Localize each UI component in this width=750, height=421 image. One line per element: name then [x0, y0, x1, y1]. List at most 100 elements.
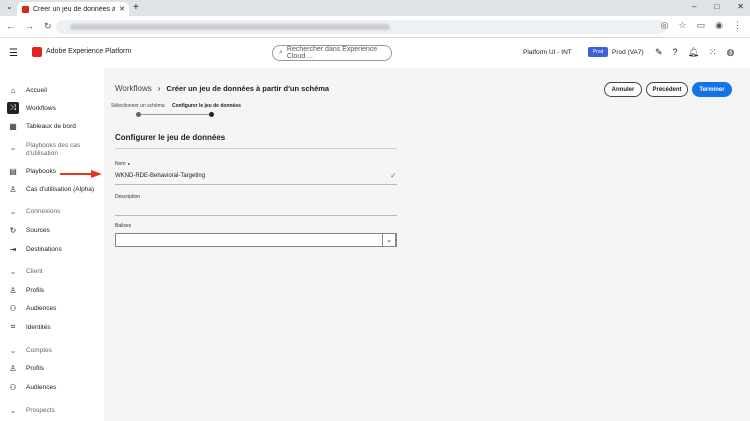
- browser-tab-strip: ⌄ Créer un jeu de données à partir ✕ + –…: [0, 0, 750, 16]
- main-content: Workflows › Créer un jeu de données à pa…: [104, 68, 750, 421]
- profiles-icon: ♙: [9, 363, 17, 373]
- profile-icon[interactable]: ◉: [715, 20, 723, 31]
- window-controls: – □ ✕: [692, 2, 744, 11]
- section-label: Playbooks des cas d'utilisation: [26, 142, 81, 157]
- sidebar-item-usecases[interactable]: ♙ Cas d'utilisation (Alpha): [0, 181, 104, 197]
- cancel-button[interactable]: Annuler: [604, 82, 642, 97]
- help-icon[interactable]: ?: [673, 47, 678, 58]
- bookmark-star-icon[interactable]: ☆: [679, 20, 687, 31]
- adobe-favicon-icon: [22, 5, 29, 13]
- reload-icon[interactable]: ↻: [44, 21, 52, 32]
- nav-buttons: ← → ↻: [6, 21, 52, 32]
- section-playbooks[interactable]: ⌄ Playbooks des cas d'utilisation: [0, 142, 104, 164]
- name-field[interactable]: WKND-RDE-Behavioral-Targeting: [115, 173, 205, 179]
- identities-icon: ⌗: [10, 322, 16, 331]
- section-label: Comptes: [26, 346, 53, 354]
- section-prospects[interactable]: ⌄ Prospects: [0, 402, 104, 418]
- sidebar-item-audiences[interactable]: ⚇ Audiences: [0, 300, 104, 316]
- sidebar-item-label: Playbooks: [26, 167, 56, 175]
- eye-off-icon[interactable]: ◎: [661, 20, 669, 31]
- avatar[interactable]: ◍: [727, 47, 735, 58]
- tab-search-button[interactable]: ⌄: [6, 2, 13, 11]
- sidebar-item-profils[interactable]: ♙ Profils: [0, 282, 104, 298]
- chevron-down-icon: ⌄: [9, 266, 17, 276]
- destinations-icon: ⇥: [9, 244, 17, 254]
- chevron-down-icon: ⌄: [9, 405, 17, 415]
- breadcrumb-workflows[interactable]: Workflows: [115, 84, 152, 93]
- bell-icon[interactable]: 🔔︎: [688, 47, 699, 58]
- step-connector: [138, 114, 211, 115]
- maximize-button[interactable]: □: [714, 2, 719, 11]
- sidebar-item-workflows[interactable]: ⤨ Workflows: [0, 100, 104, 116]
- toolbar-right: ◎ ☆ ▭ ◉ ⋮: [661, 20, 742, 31]
- browser-tab-title: Créer un jeu de données à partir: [33, 5, 116, 13]
- adobe-logo-icon: [32, 47, 42, 57]
- sidebar-item-sources[interactable]: ↻ Sources: [0, 222, 104, 238]
- sidebar-item-label: Profils: [26, 286, 45, 294]
- step-dot-completed: [136, 112, 141, 117]
- previous-button[interactable]: Précédent: [646, 82, 688, 97]
- breadcrumb-separator: ›: [157, 84, 161, 93]
- org-switcher[interactable]: Platform UI - INT: [523, 49, 572, 56]
- tablet-icon[interactable]: ▭: [697, 20, 706, 31]
- sidebar-item-comptes-profils[interactable]: ♙ Profils: [0, 360, 104, 376]
- audiences-icon: ⚇: [9, 303, 17, 313]
- minimize-button[interactable]: –: [692, 2, 696, 11]
- close-tab-icon[interactable]: ✕: [115, 5, 129, 13]
- dashboard-icon: ▦: [9, 121, 17, 131]
- back-icon[interactable]: ←: [6, 21, 15, 32]
- step-select-schema[interactable]: Sélectionner un schéma: [111, 103, 165, 109]
- section-label: Connexions: [26, 207, 61, 215]
- playbooks-icon: ▤: [9, 166, 17, 176]
- close-window-button[interactable]: ✕: [737, 2, 744, 11]
- page-title: Créer un jeu de données à partir d'un sc…: [166, 84, 330, 93]
- browser-toolbar: ← → ↻ ◎ ☆ ▭ ◉ ⋮: [0, 16, 750, 38]
- sidebar-item-label: Profils: [26, 364, 45, 372]
- name-label: Nom ●: [115, 161, 130, 167]
- section-label: Prospects: [26, 406, 55, 414]
- description-label: Description: [115, 194, 141, 200]
- app-header: ☰ Adobe Experience Platform ⌕ Rechercher…: [0, 38, 750, 68]
- address-bar[interactable]: [56, 20, 666, 34]
- apps-grid-icon[interactable]: ⁙: [709, 47, 717, 58]
- chevron-down-icon: ⌄: [9, 142, 17, 152]
- finish-button[interactable]: Terminer: [692, 82, 732, 97]
- search-placeholder: Rechercher dans Experience Cloud ...: [286, 46, 378, 60]
- new-tab-button[interactable]: +: [133, 2, 139, 13]
- sidebar-item-label: Tableaux de bord: [26, 122, 76, 130]
- tags-label: Balises: [115, 223, 132, 229]
- sidebar-item-identites[interactable]: ⌗ Identités: [0, 319, 104, 335]
- profiles-icon: ♙: [9, 285, 17, 295]
- chevron-down-icon: ⌄: [9, 206, 17, 216]
- chevron-down-icon[interactable]: ⌄: [382, 233, 396, 247]
- sidebar-item-dashboards[interactable]: ▦ Tableaux de bord: [0, 118, 104, 134]
- tags-combobox[interactable]: ⌄: [115, 233, 397, 247]
- sidebar: ⌂ Accueil ⤨ Workflows ▦ Tableaux de bord ⌄ P…: [0, 68, 104, 421]
- sidebar-item-label: Audiences: [26, 383, 57, 391]
- breadcrumb: Workflows › Créer un jeu de données à pa…: [115, 84, 329, 93]
- hamburger-menu-icon[interactable]: ☰: [9, 48, 18, 59]
- sidebar-item-label: Sources: [26, 226, 50, 234]
- workflows-icon: ⤨: [7, 102, 19, 114]
- sidebar-item-comptes-audiences[interactable]: ⚇ Audiences: [0, 379, 104, 395]
- step-configure-dataset: Configurer le jeu de données: [172, 103, 241, 109]
- menu-dots-icon[interactable]: ⋮: [733, 20, 742, 31]
- name-field-underline: [115, 184, 397, 185]
- name-label-text: Nom: [115, 161, 126, 167]
- feedback-icon[interactable]: ✎: [655, 47, 663, 58]
- global-search-input[interactable]: ⌕ Rechercher dans Experience Cloud ...: [272, 45, 392, 61]
- required-indicator: ●: [127, 161, 130, 166]
- section-client[interactable]: ⌄ Client: [0, 263, 104, 279]
- prod-badge: Prod: [588, 47, 608, 57]
- forward-icon[interactable]: →: [25, 21, 34, 32]
- sidebar-item-accueil[interactable]: ⌂ Accueil: [0, 82, 104, 98]
- sandbox-switcher[interactable]: Prod (VA7): [612, 49, 644, 56]
- browser-tab[interactable]: Créer un jeu de données à partir ✕: [17, 2, 129, 16]
- sidebar-item-destinations[interactable]: ⇥ Destinations: [0, 241, 104, 257]
- valid-checkmark-icon: ✓: [390, 171, 397, 180]
- brand-name: Adobe Experience Platform: [46, 48, 132, 55]
- sidebar-item-label: Workflows: [26, 104, 56, 112]
- section-connexions[interactable]: ⌄ Connexions: [0, 203, 104, 219]
- sidebar-item-label: Destinations: [26, 245, 62, 253]
- section-comptes[interactable]: ⌄ Comptes: [0, 342, 104, 358]
